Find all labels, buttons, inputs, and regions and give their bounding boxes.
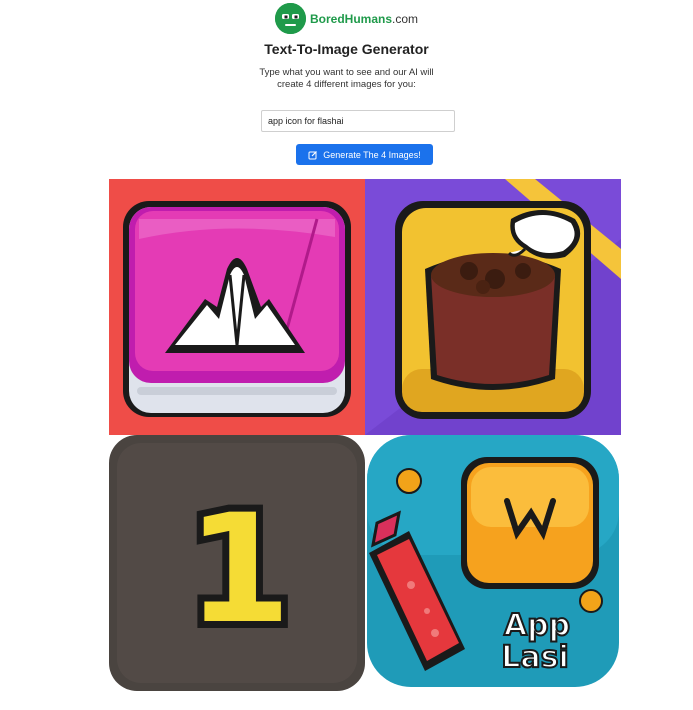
page-title: Text-To-Image Generator <box>264 41 429 57</box>
generated-image-3[interactable]: 1 1 <box>109 435 365 691</box>
site-logo[interactable]: BoredHumans.com <box>274 3 419 34</box>
logo-wordmark: BoredHumans.com <box>309 11 419 26</box>
generated-image-1[interactable] <box>109 179 365 435</box>
generated-image-4[interactable]: App Lasi <box>365 435 621 691</box>
tile3-numeral: 1 <box>187 483 291 657</box>
page-subtitle: Type what you want to see and our AI wil… <box>259 67 434 90</box>
edit-icon <box>308 150 318 160</box>
tile4-line2: Lasi <box>501 640 569 675</box>
logo-face-icon <box>274 3 306 34</box>
image-grid: 1 1 App Lasi <box>109 179 621 691</box>
generate-button-label: Generate The 4 Images! <box>323 149 421 160</box>
tile4-line1: App <box>504 608 570 643</box>
site-header: BoredHumans.com <box>0 3 693 34</box>
generated-image-2[interactable] <box>365 179 621 435</box>
generate-button[interactable]: Generate The 4 Images! <box>296 144 433 165</box>
prompt-input[interactable] <box>261 110 455 132</box>
